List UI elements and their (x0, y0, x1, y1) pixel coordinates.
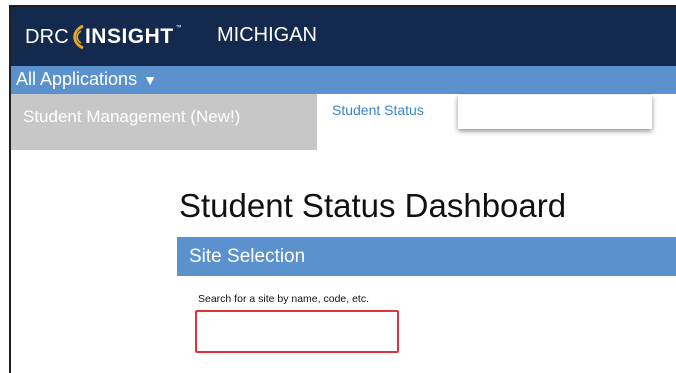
all-applications-label: All Applications (16, 69, 138, 89)
site-search-input[interactable] (195, 310, 399, 353)
logo-swoosh-icon (73, 24, 84, 50)
application-bar: All Applications ▼ (11, 66, 676, 94)
state-name: MICHIGAN (217, 24, 317, 46)
caret-down-icon: ▼ (143, 72, 157, 88)
tab-label: Student Management (New!) (23, 107, 241, 126)
logo-prefix: DRC (25, 25, 69, 48)
page-title: Student Status Dashboard (179, 187, 567, 224)
drc-insight-logo: DRC INSIGHT ™ (25, 23, 182, 51)
tab-bar: Student Management (New!) Student Status (11, 94, 676, 150)
logo-trademark: ™ (175, 25, 182, 31)
site-selection-header: Site Selection (177, 237, 676, 276)
all-applications-menu[interactable]: All Applications ▼ (16, 69, 157, 90)
app-frame: DRC INSIGHT ™ MICHIGAN All Applications ▼… (9, 5, 676, 373)
tab-dropdown-panel (458, 95, 652, 129)
tab-student-status[interactable]: Student Status (332, 102, 424, 118)
top-header: DRC INSIGHT ™ MICHIGAN (11, 7, 676, 66)
tab-student-management[interactable]: Student Management (New!) (11, 94, 317, 150)
site-selection-title: Site Selection (189, 246, 306, 267)
site-search-label: Search for a site by name, code, etc. (198, 293, 370, 305)
logo-name: INSIGHT (84, 25, 174, 48)
